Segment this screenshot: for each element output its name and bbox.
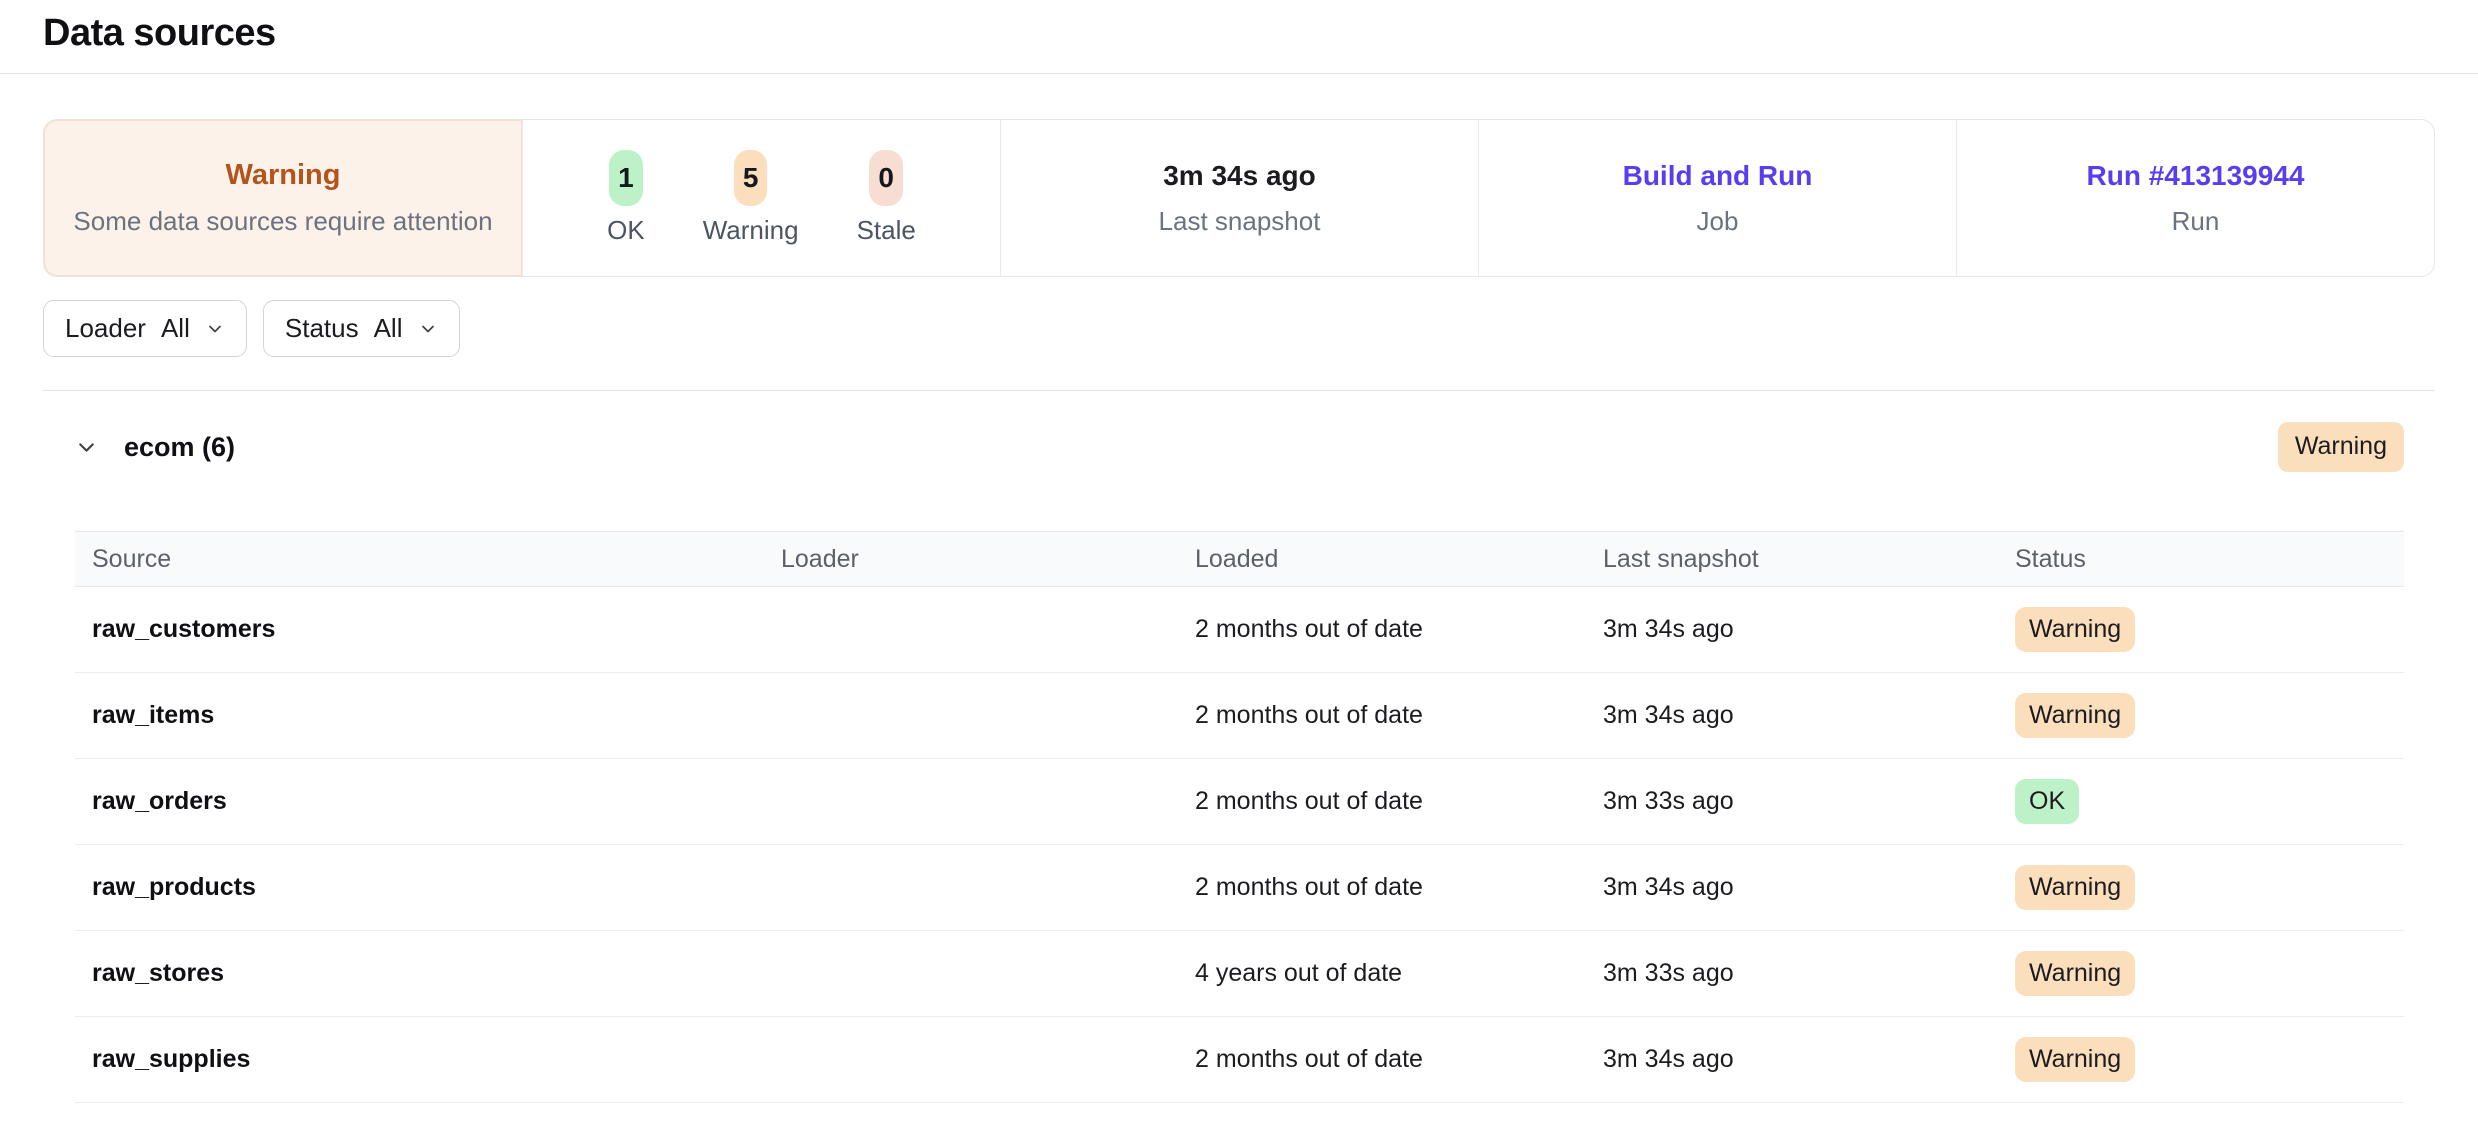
chevron-down-icon — [74, 435, 99, 460]
last-snapshot-label: Last snapshot — [1159, 206, 1321, 237]
count-warning-label: Warning — [703, 215, 799, 246]
column-header-loaded: Loaded — [1178, 545, 1586, 574]
cell-source: raw_customers — [75, 615, 764, 644]
loader-filter-label: Loader — [65, 313, 146, 344]
cell-loaded: 2 months out of date — [1178, 1045, 1586, 1074]
loader-filter-button[interactable]: Loader All — [43, 300, 247, 357]
table-header-row: Source Loader Loaded Last snapshot Statu… — [75, 531, 2404, 587]
column-header-source: Source — [75, 545, 764, 574]
status-badge: OK — [2015, 779, 2079, 825]
section-status-badge: Warning — [2278, 422, 2404, 472]
status-badge: Warning — [2015, 1037, 2135, 1083]
status-badge: Warning — [2015, 607, 2135, 653]
table-row: raw_products 2 months out of date 3m 34s… — [75, 845, 2404, 931]
main-content: Warning Some data sources require attent… — [0, 119, 2478, 1103]
status-filter-label: Status — [285, 313, 359, 344]
cell-source: raw_supplies — [75, 1045, 764, 1074]
cell-status: Warning — [1998, 865, 2404, 911]
status-badge: Warning — [2015, 693, 2135, 739]
cell-loaded: 2 months out of date — [1178, 873, 1586, 902]
job-card: Build and Run Job — [1478, 120, 1956, 276]
cell-last-snapshot: 3m 34s ago — [1586, 873, 1998, 902]
column-header-last-snapshot: Last snapshot — [1586, 545, 1998, 574]
job-link[interactable]: Build and Run — [1623, 160, 1813, 192]
collapse-chevron-button[interactable] — [74, 435, 99, 460]
cell-source: raw_items — [75, 701, 764, 730]
status-filter-button[interactable]: Status All — [263, 300, 460, 357]
count-warning-value: 5 — [734, 150, 768, 206]
cell-loaded: 2 months out of date — [1178, 615, 1586, 644]
status-badge: Warning — [2015, 865, 2135, 911]
page-header: Data sources — [0, 0, 2478, 74]
count-ok-label: OK — [607, 215, 645, 246]
cell-last-snapshot: 3m 33s ago — [1586, 959, 1998, 988]
status-summary-card: Warning Some data sources require attent… — [44, 120, 522, 276]
last-snapshot-value: 3m 34s ago — [1163, 160, 1316, 192]
cell-loaded: 2 months out of date — [1178, 787, 1586, 816]
cell-loaded: 2 months out of date — [1178, 701, 1586, 730]
table-row: raw_items 2 months out of date 3m 34s ag… — [75, 673, 2404, 759]
summary-strip: Warning Some data sources require attent… — [43, 119, 2435, 277]
page-title: Data sources — [43, 12, 2435, 55]
last-snapshot-card: 3m 34s ago Last snapshot — [1000, 120, 1478, 276]
count-stale-value: 0 — [869, 150, 903, 206]
cell-last-snapshot: 3m 34s ago — [1586, 615, 1998, 644]
column-header-loader: Loader — [764, 545, 1178, 574]
table-row: raw_stores 4 years out of date 3m 33s ag… — [75, 931, 2404, 1017]
cell-status: Warning — [1998, 693, 2404, 739]
status-counts-card: 1 OK 5 Warning 0 Stale — [522, 120, 1000, 276]
count-ok: 1 OK — [607, 150, 645, 246]
column-header-status: Status — [1998, 545, 2404, 574]
section-title: ecom (6) — [124, 432, 235, 463]
table-row: raw_orders 2 months out of date 3m 33s a… — [75, 759, 2404, 845]
section-header-ecom: ecom (6) Warning — [43, 421, 2435, 473]
count-ok-value: 1 — [609, 150, 643, 206]
cell-status: Warning — [1998, 607, 2404, 653]
cell-last-snapshot: 3m 34s ago — [1586, 1045, 1998, 1074]
status-summary-subtitle: Some data sources require attention — [73, 206, 492, 237]
chevron-down-icon — [418, 319, 438, 339]
loader-filter-value: All — [161, 313, 190, 344]
cell-status: OK — [1998, 779, 2404, 825]
count-stale-label: Stale — [857, 215, 916, 246]
cell-status: Warning — [1998, 951, 2404, 997]
cell-source: raw_products — [75, 873, 764, 902]
cell-status: Warning — [1998, 1037, 2404, 1083]
run-link[interactable]: Run #413139944 — [2087, 160, 2305, 192]
cell-last-snapshot: 3m 33s ago — [1586, 787, 1998, 816]
count-stale: 0 Stale — [857, 150, 916, 246]
status-filter-value: All — [374, 313, 403, 344]
filter-bar: Loader All Status All — [43, 300, 2435, 391]
cell-last-snapshot: 3m 34s ago — [1586, 701, 1998, 730]
cell-source: raw_stores — [75, 959, 764, 988]
job-label: Job — [1697, 206, 1739, 237]
count-warning: 5 Warning — [703, 150, 799, 246]
table-row: raw_customers 2 months out of date 3m 34… — [75, 587, 2404, 673]
data-sources-table: Source Loader Loaded Last snapshot Statu… — [75, 531, 2404, 1103]
cell-loaded: 4 years out of date — [1178, 959, 1586, 988]
cell-source: raw_orders — [75, 787, 764, 816]
run-card: Run #413139944 Run — [1956, 120, 2434, 276]
table-row: raw_supplies 2 months out of date 3m 34s… — [75, 1017, 2404, 1103]
status-summary-title: Warning — [226, 159, 341, 192]
run-label: Run — [2172, 206, 2220, 237]
chevron-down-icon — [205, 319, 225, 339]
status-badge: Warning — [2015, 951, 2135, 997]
